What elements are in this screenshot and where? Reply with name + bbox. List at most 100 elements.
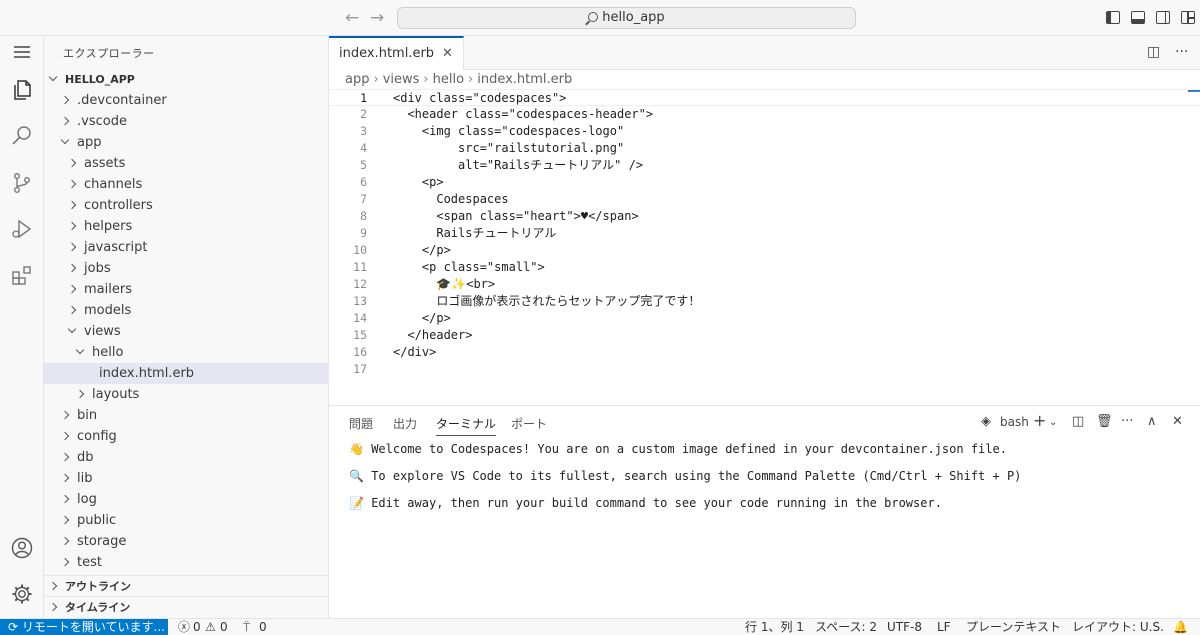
toggle-secondary-sidebar-icon[interactable] (1156, 11, 1170, 24)
breadcrumb-item[interactable]: app (345, 72, 369, 87)
chevron-right-icon: › (468, 72, 474, 87)
folder-item[interactable]: javascript (44, 237, 329, 258)
code-line[interactable]: 6 <p> (329, 174, 1200, 191)
code-line[interactable]: 16 </div> (329, 344, 1200, 361)
source-control-icon[interactable] (0, 163, 44, 203)
code-line[interactable]: 3 <img class="codespaces-logo" (329, 123, 1200, 140)
code-line[interactable]: 14 </p> (329, 310, 1200, 327)
code-line[interactable]: 17 (329, 361, 1200, 378)
keyboard-layout[interactable]: レイアウト: U.S. (1072, 619, 1164, 635)
folder-item[interactable]: channels (44, 174, 329, 195)
search-icon (588, 12, 599, 22)
close-panel-icon[interactable]: ✕ (1172, 414, 1183, 429)
code-line[interactable]: 11 <p class="small"> (329, 259, 1200, 276)
folder-item[interactable]: views (44, 321, 329, 342)
explorer-icon[interactable] (0, 70, 44, 110)
more-actions-icon[interactable]: ··· (1121, 414, 1133, 429)
code-line[interactable]: 10 </p> (329, 242, 1200, 259)
ports-count[interactable]: 0 (259, 619, 267, 635)
folder-item[interactable]: layouts (44, 384, 329, 405)
chevron-down-icon[interactable]: ⌄ (1049, 417, 1057, 428)
command-center-label: hello_app (602, 10, 665, 25)
close-icon[interactable]: ✕ (442, 46, 453, 61)
folder-item[interactable]: helpers (44, 216, 329, 237)
code-text: <img class="codespaces-logo" (393, 124, 625, 138)
toggle-panel-icon[interactable] (1131, 11, 1145, 24)
bell-icon[interactable]: 🔔 (1173, 619, 1188, 635)
more-actions-icon[interactable]: ··· (1175, 44, 1188, 60)
cursor-position[interactable]: 行 1、列 1 (745, 619, 804, 635)
code-line[interactable]: 8 <span class="heart">♥</span> (329, 208, 1200, 225)
error-count[interactable]: 0 (193, 619, 201, 635)
maximize-panel-icon[interactable]: ∧ (1147, 414, 1157, 429)
line-ending[interactable]: LF (937, 619, 951, 635)
chevron-right-icon (67, 284, 77, 294)
folder-item[interactable]: jobs (44, 258, 329, 279)
tab-problems[interactable]: 問題 (349, 415, 373, 432)
folder-item[interactable]: db (44, 447, 329, 468)
folder-item[interactable]: storage (44, 531, 329, 552)
code-line[interactable]: 12 🎓✨<br> (329, 276, 1200, 293)
folder-item[interactable]: .vscode (44, 111, 329, 132)
code-line[interactable]: 13 ロゴ画像が表示されたらセットアップ完了です！ (329, 293, 1200, 310)
tab-terminal[interactable]: ターミナル (436, 415, 497, 436)
folder-item[interactable]: .devcontainer (44, 90, 329, 111)
language-mode[interactable]: プレーンテキスト (966, 619, 1061, 635)
folder-item[interactable]: lib (44, 468, 329, 489)
terminal-shell-label[interactable]: bash (1000, 415, 1029, 429)
file-item[interactable]: index.html.erb (44, 363, 329, 384)
manage-gear-icon[interactable] (0, 574, 44, 614)
folder-item[interactable]: log (44, 489, 329, 510)
code-editor[interactable]: 1 <div class="codespaces"> 2 <header class… (329, 89, 1200, 399)
folder-item[interactable]: mailers (44, 279, 329, 300)
breadcrumb-item[interactable]: views (383, 72, 420, 87)
chevron-right-icon: › (423, 72, 429, 87)
code-line[interactable]: 1 <div class="codespaces"> (329, 89, 1200, 106)
warning-count[interactable]: 0 (220, 619, 228, 635)
chevron-right-icon (60, 410, 70, 420)
extensions-icon[interactable] (0, 255, 44, 295)
folder-item[interactable]: models (44, 300, 329, 321)
code-line[interactable]: 9 Railsチュートリアル (329, 225, 1200, 242)
command-center[interactable]: hello_app (397, 7, 856, 29)
folder-item[interactable]: controllers (44, 195, 329, 216)
editor-tab-bar: index.html.erb ✕ ◫ ··· (329, 36, 1200, 70)
folder-item[interactable]: test (44, 552, 329, 573)
folder-item[interactable]: config (44, 426, 329, 447)
run-debug-icon[interactable] (0, 209, 44, 249)
toggle-primary-sidebar-icon[interactable] (1106, 11, 1120, 24)
folder-item[interactable]: bin (44, 405, 329, 426)
folder-item[interactable]: public (44, 510, 329, 531)
split-terminal-icon[interactable]: ◫ (1072, 414, 1084, 429)
back-arrow-icon[interactable]: ← (345, 8, 359, 28)
code-text: src="railstutorial.png" (393, 141, 625, 155)
bottom-panel: 問題 出力 ターミナル ポート ◈ bash + ⌄ ◫ 🗑 ··· ∧ ✕ 👋… (329, 405, 1200, 618)
folder-item[interactable]: hello (44, 342, 329, 363)
trash-icon[interactable]: 🗑 (1096, 414, 1113, 429)
menu-icon[interactable] (0, 32, 44, 72)
forward-arrow-icon[interactable]: → (370, 8, 384, 28)
code-line[interactable]: 4 src="railstutorial.png" (329, 140, 1200, 157)
indentation[interactable]: スペース: 2 (815, 619, 877, 635)
code-line[interactable]: 15 </header> (329, 327, 1200, 344)
code-line[interactable]: 2 <header class="codespaces-header"> (329, 106, 1200, 123)
new-terminal-icon[interactable]: + (1033, 411, 1046, 430)
split-editor-icon[interactable]: ◫ (1147, 44, 1160, 60)
folder-item[interactable]: assets (44, 153, 329, 174)
folder-item[interactable]: app (44, 132, 329, 153)
breadcrumb-item[interactable]: index.html.erb (477, 72, 572, 87)
tab-output[interactable]: 出力 (393, 415, 417, 432)
timeline-section[interactable]: タイムライン (44, 596, 329, 617)
explorer-root-folder[interactable]: HELLO_APP (44, 69, 329, 90)
remote-indicator[interactable]: ⟳ リモートを開いています... (0, 619, 168, 635)
code-line[interactable]: 7 Codespaces (329, 191, 1200, 208)
tab-index-html-erb[interactable]: index.html.erb ✕ (329, 36, 464, 70)
customize-layout-icon[interactable] (1181, 11, 1195, 24)
encoding[interactable]: UTF-8 (887, 619, 922, 635)
code-line[interactable]: 5 alt="Railsチュートリアル" /> (329, 157, 1200, 174)
outline-section[interactable]: アウトライン (44, 575, 329, 596)
account-icon[interactable] (0, 528, 44, 568)
search-view-icon[interactable] (0, 116, 44, 156)
breadcrumb-item[interactable]: hello (433, 72, 464, 87)
tab-ports[interactable]: ポート (511, 415, 547, 432)
